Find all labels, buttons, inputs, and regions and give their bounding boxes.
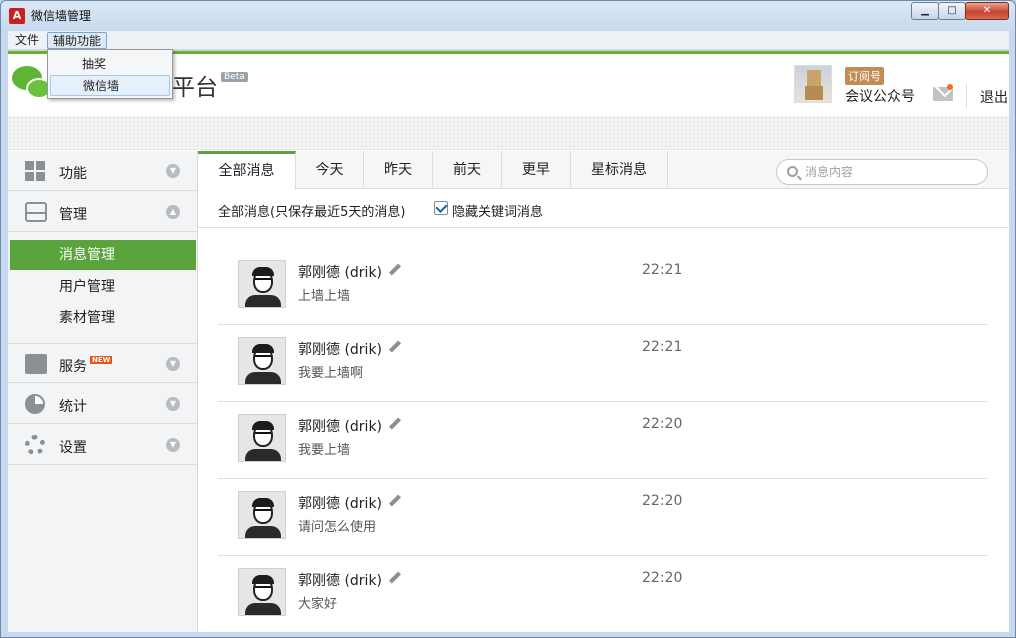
pencil-icon[interactable] (388, 264, 400, 276)
main-panel: 全部消息 今天 昨天 前天 更早 星标消息 全部消息(只保存最近5天的消息) 隐… (198, 151, 1009, 632)
minimize-button[interactable]: ▁ (911, 2, 939, 20)
menu-accessibility[interactable]: 辅助功能 (47, 32, 108, 49)
grid-icon (25, 161, 47, 181)
sidebar-section-settings[interactable]: 设置 ▼ (8, 425, 198, 465)
chevron-down-icon: ▼ (166, 357, 180, 371)
sidebar-section-label: 管理 (59, 207, 87, 223)
maximize-button[interactable]: □ (938, 2, 966, 20)
page: 平台 Beta 订阅号 会议公众号 退出 功能 ▼ 管理 ▲ 消息管理 用户管理 (8, 51, 1009, 632)
message-row[interactable]: 郭刚德 (drik) 大家好 22:20 (218, 556, 988, 632)
sidebar-section-features[interactable]: 功能 ▼ (8, 151, 198, 191)
tab-day-before[interactable]: 前天 (433, 151, 502, 189)
sidebar-section-stats[interactable]: 统计 ▼ (8, 384, 198, 424)
banner-band (8, 116, 1009, 150)
menu-file[interactable]: 文件 (10, 32, 44, 49)
inbox-icon (25, 202, 47, 222)
message-time: 22:21 (642, 339, 683, 355)
sidebar: 功能 ▼ 管理 ▲ 消息管理 用户管理 素材管理 服务 NEW ▼ 统计 ▼ 设… (8, 151, 198, 632)
pencil-icon[interactable] (388, 418, 400, 430)
search-input[interactable] (805, 164, 975, 180)
user-avatar[interactable] (238, 568, 286, 616)
sidebar-section-label: 设置 (59, 440, 87, 456)
filter-label: 全部消息(只保存最近5天的消息) (218, 205, 406, 220)
message-text: 请问怎么使用 (298, 520, 377, 535)
message-row[interactable]: 郭刚德 (drik) 我要上墙啊 22:21 (218, 325, 988, 402)
sidebar-section-manage[interactable]: 管理 ▲ (8, 192, 198, 232)
tab-today[interactable]: 今天 (296, 151, 364, 189)
account-avatar[interactable] (794, 65, 832, 103)
sidebar-item-users[interactable]: 用户管理 (10, 272, 196, 302)
user-avatar[interactable] (238, 491, 286, 539)
sender-name[interactable]: 郭刚德 (drik) (298, 416, 382, 436)
app-icon: A (9, 8, 25, 24)
hide-keyword-checkbox[interactable] (434, 201, 448, 215)
user-avatar[interactable] (238, 260, 286, 308)
new-badge: NEW (90, 356, 113, 364)
pie-chart-icon (25, 394, 45, 414)
user-avatar[interactable] (238, 337, 286, 385)
tab-all-messages[interactable]: 全部消息 (198, 151, 296, 190)
header-divider (966, 84, 967, 108)
close-button[interactable]: ✕ (965, 2, 1009, 20)
sender-name[interactable]: 郭刚德 (drik) (298, 493, 382, 513)
message-time: 22:20 (642, 570, 683, 586)
window-title: 微信墙管理 (31, 9, 92, 23)
sidebar-item-messages[interactable]: 消息管理 (10, 240, 196, 270)
tab-starred[interactable]: 星标消息 (571, 151, 668, 189)
beta-badge: Beta (221, 72, 248, 82)
menu-bar: 文件 辅助功能 (8, 31, 1009, 50)
message-time: 22:20 (642, 416, 683, 432)
pencil-icon[interactable] (388, 572, 400, 584)
tab-bar: 全部消息 今天 昨天 前天 更早 星标消息 (198, 151, 1009, 190)
printer-icon (25, 354, 47, 374)
message-text: 我要上墙啊 (298, 366, 364, 381)
message-row[interactable]: 郭刚德 (drik) 请问怎么使用 22:20 (218, 479, 988, 556)
menu-lottery[interactable]: 抽奖 (50, 54, 170, 75)
message-time: 22:20 (642, 493, 683, 509)
user-avatar[interactable] (238, 414, 286, 462)
logout-link[interactable]: 退出 (980, 87, 1008, 107)
message-time: 22:21 (642, 262, 683, 278)
pencil-icon[interactable] (388, 495, 400, 507)
sender-name[interactable]: 郭刚德 (drik) (298, 339, 382, 359)
gear-icon (25, 435, 45, 455)
divider (198, 227, 1009, 228)
search-icon (787, 166, 798, 177)
menu-wechat-wall[interactable]: 微信墙 (50, 75, 170, 96)
sidebar-section-label: 功能 (59, 166, 87, 182)
window-controls: ▁ □ ✕ (911, 2, 1009, 20)
title-bar: A 微信墙管理 ▁ □ ✕ (1, 1, 1015, 29)
sender-name[interactable]: 郭刚德 (drik) (298, 570, 382, 590)
chevron-down-icon: ▼ (166, 164, 180, 178)
chevron-down-icon: ▼ (166, 438, 180, 452)
brand-title: 平台 (172, 75, 218, 101)
chevron-up-icon: ▲ (166, 205, 180, 219)
accessibility-dropdown: 抽奖 微信墙 (47, 49, 173, 99)
wechat-logo-icon (12, 66, 52, 102)
message-text: 上墙上墙 (298, 289, 351, 304)
sidebar-section-label: 统计 (59, 399, 87, 415)
pencil-icon[interactable] (388, 341, 400, 353)
sidebar-section-services[interactable]: 服务 NEW ▼ (8, 343, 198, 383)
tab-yesterday[interactable]: 昨天 (364, 151, 433, 189)
message-text: 大家好 (298, 597, 338, 612)
tab-earlier[interactable]: 更早 (502, 151, 571, 189)
message-row[interactable]: 郭刚德 (drik) 我要上墙 22:20 (218, 402, 988, 479)
app-window: A 微信墙管理 ▁ □ ✕ 文件 辅助功能 抽奖 微信墙 平台 Beta 订阅号… (0, 0, 1016, 638)
sender-name[interactable]: 郭刚德 (drik) (298, 262, 382, 282)
search-box (776, 159, 988, 185)
account-type-badge: 订阅号 (845, 67, 884, 85)
message-text: 我要上墙 (298, 443, 351, 458)
notification-dot (947, 84, 953, 90)
sidebar-section-label: 服务 (59, 359, 87, 375)
hide-keyword-label[interactable]: 隐藏关键词消息 (452, 201, 543, 220)
message-row[interactable]: 郭刚德 (drik) 上墙上墙 22:21 (218, 248, 988, 325)
chevron-down-icon: ▼ (166, 397, 180, 411)
account-name[interactable]: 会议公众号 (845, 86, 915, 106)
sidebar-item-materials[interactable]: 素材管理 (10, 303, 196, 333)
